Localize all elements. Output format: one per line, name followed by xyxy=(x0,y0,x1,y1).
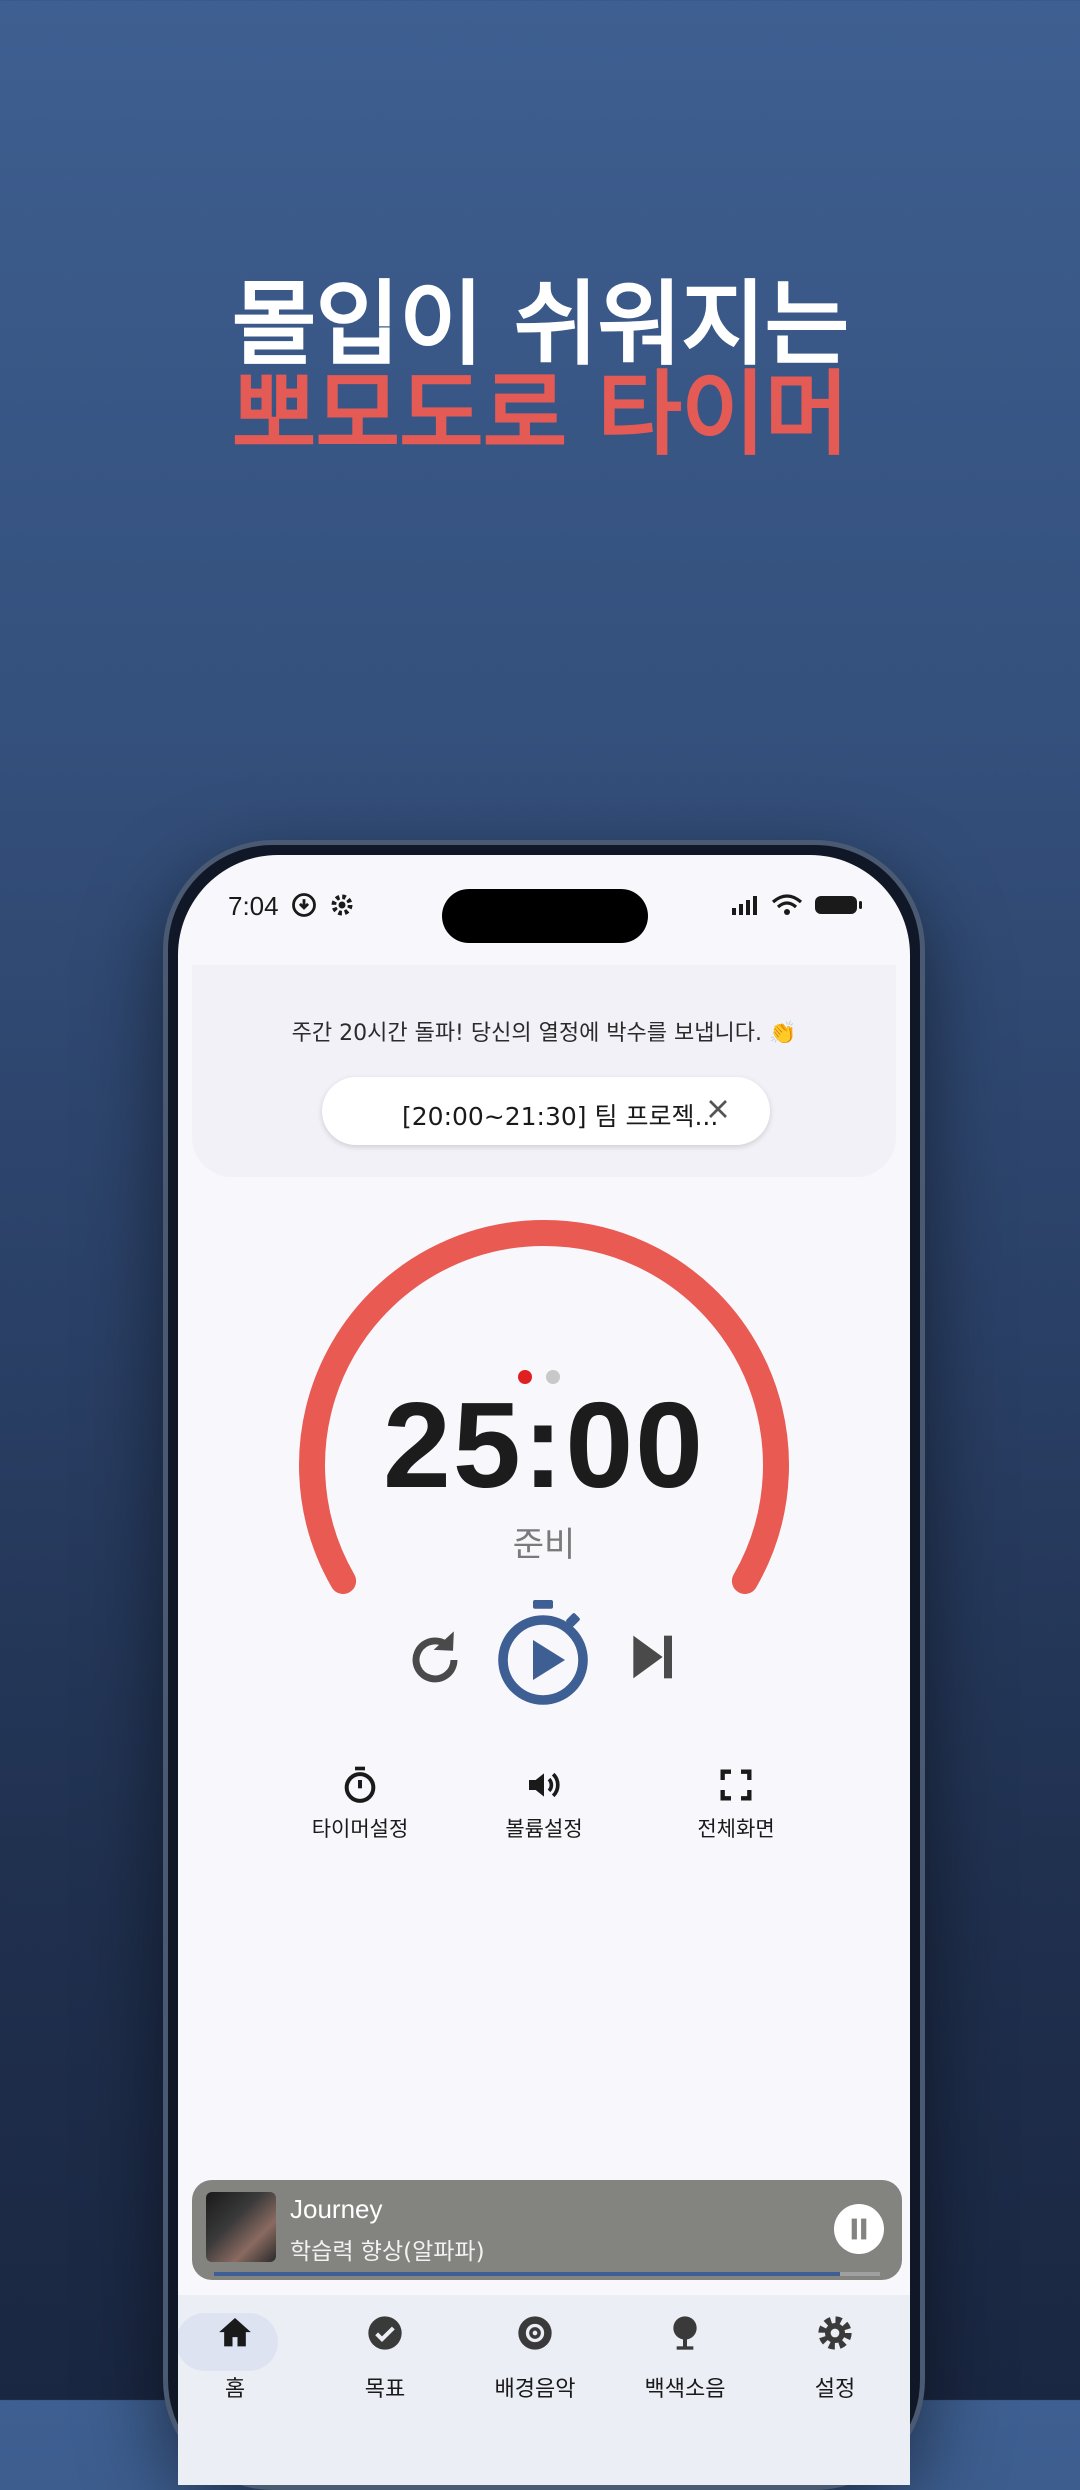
volume-icon xyxy=(529,1772,560,1798)
tree-icon xyxy=(673,2316,697,2350)
pause-icon xyxy=(851,2218,867,2240)
motivation-banner: 주간 20시간 돌파! 당신의 열정에 박수를 보냅니다. 👏 [20:00~2… xyxy=(192,965,896,1177)
download-status-icon xyxy=(292,893,316,917)
track-title: Journey xyxy=(290,2194,383,2224)
pause-button[interactable] xyxy=(834,2204,884,2254)
skip-next-icon[interactable] xyxy=(620,1625,684,1689)
timer-icon xyxy=(344,1766,376,1803)
phone-frame: 7:04 주간 20시간 돌파! 당신의 열정에 박수를 보냅니다. 👏 [20… xyxy=(163,840,925,2490)
play-timer-icon[interactable] xyxy=(495,1597,591,1707)
reset-icon[interactable] xyxy=(400,1625,470,1695)
nav-label-home: 홈 xyxy=(224,2377,246,2402)
battery-icon xyxy=(815,896,862,914)
fullscreen-label: 전체화면 xyxy=(697,1817,775,1841)
close-icon[interactable] xyxy=(702,1093,734,1125)
playback-progress[interactable] xyxy=(214,2272,880,2276)
nav-label-whitenoise: 백색소음 xyxy=(644,2377,726,2402)
nav-item-goals[interactable]: 목표 xyxy=(320,2313,450,2403)
status-bar: 7:04 xyxy=(178,855,910,955)
timer-display: 25:00 xyxy=(382,1377,706,1513)
album-art xyxy=(206,2192,276,2262)
volume-settings-button[interactable]: 볼륨설정 xyxy=(464,1765,624,1843)
task-label: [20:00~21:30] 팀 프로젝... xyxy=(402,1102,719,1131)
timer-settings-label: 타이머설정 xyxy=(311,1817,409,1841)
settings-status-icon xyxy=(331,894,353,916)
current-task-chip[interactable]: [20:00~21:30] 팀 프로젝... xyxy=(322,1077,770,1145)
gear-icon xyxy=(818,2316,852,2350)
status-time: 7:04 xyxy=(228,891,279,921)
nav-item-home[interactable]: 홈 xyxy=(178,2313,300,2403)
nav-item-settings[interactable]: 설정 xyxy=(770,2313,900,2403)
nav-label-music: 배경음악 xyxy=(494,2377,576,2402)
app-screen: 7:04 주간 20시간 돌파! 당신의 열정에 박수를 보냅니다. 👏 [20… xyxy=(178,855,910,2485)
nav-label-goals: 목표 xyxy=(364,2377,406,2402)
signal-icon xyxy=(732,896,757,915)
check-circle-icon xyxy=(368,2316,402,2350)
bottom-nav: 홈 목표 배경음악 백색소음 설정 xyxy=(178,2295,910,2485)
volume-settings-label: 볼륨설정 xyxy=(505,1817,583,1841)
playback-progress-fill xyxy=(214,2272,841,2276)
mini-player[interactable]: Journey 학습력 향상(알파파) xyxy=(192,2180,902,2280)
timer-state-label: 준비 xyxy=(512,1525,576,1565)
headline-line2: 뽀모도로 타이머 xyxy=(231,361,850,468)
nav-item-music[interactable]: 배경음악 xyxy=(470,2313,600,2403)
fullscreen-button[interactable]: 전체화면 xyxy=(656,1765,816,1843)
timer-settings-button[interactable]: 타이머설정 xyxy=(280,1765,440,1843)
fullscreen-icon xyxy=(720,1769,752,1801)
dynamic-island xyxy=(442,889,648,943)
nav-item-whitenoise[interactable]: 백색소음 xyxy=(620,2313,750,2403)
track-subtitle: 학습력 향상(알파파) xyxy=(290,2239,485,2265)
banner-message: 주간 20시간 돌파! 당신의 열정에 박수를 보냅니다. 👏 xyxy=(291,1021,797,1046)
home-icon xyxy=(219,2318,251,2347)
disc-icon xyxy=(518,2316,552,2350)
nav-label-settings: 설정 xyxy=(814,2377,856,2402)
wifi-icon xyxy=(771,894,803,915)
